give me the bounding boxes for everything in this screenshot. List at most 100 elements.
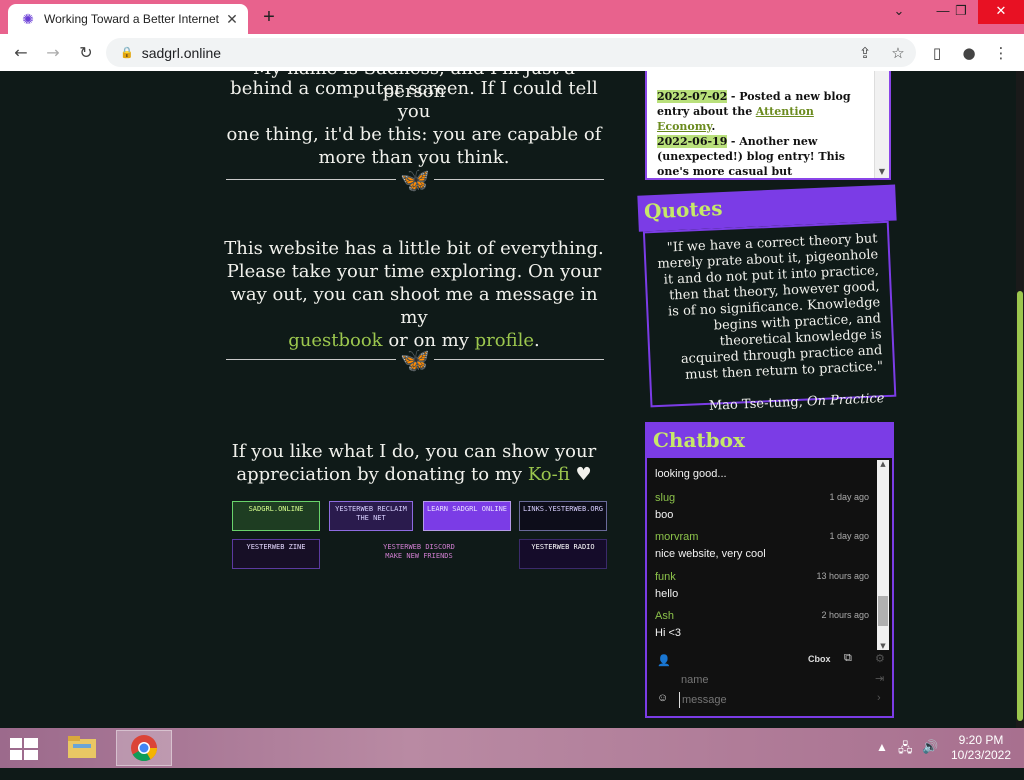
send-arrow-icon[interactable]: › bbox=[877, 692, 881, 704]
quote-text: "If we have a correct theory but merely … bbox=[657, 231, 884, 383]
chat-body: Hi <3 bbox=[655, 627, 681, 639]
chat-timestamp: 13 hours ago bbox=[816, 571, 869, 581]
chatbox-panel: Chatbox looking good... slug 1 day ago b… bbox=[645, 422, 894, 718]
chat-timestamp: 1 day ago bbox=[829, 492, 869, 502]
chatbox-header: Chatbox bbox=[647, 424, 892, 458]
profile-avatar-icon[interactable]: ● bbox=[958, 42, 980, 64]
web-page: My name is Sadness, and I'm just a perso… bbox=[0, 71, 1024, 728]
chat-scrollbar[interactable]: ▲ ▼ bbox=[877, 460, 889, 650]
page-scroll-thumb[interactable] bbox=[1017, 291, 1023, 721]
explore-line-3: way out, you can shoot me a message in m… bbox=[230, 284, 598, 328]
share-icon[interactable]: ⇪ bbox=[854, 42, 876, 64]
bookmark-star-icon[interactable]: ☆ bbox=[887, 42, 909, 64]
settings-gear-icon[interactable]: ⚙ bbox=[875, 652, 885, 665]
lock-icon: 🔒 bbox=[120, 47, 134, 59]
chat-body: hello bbox=[655, 588, 679, 600]
menu-kebab-icon[interactable]: ⋮ bbox=[990, 42, 1012, 64]
reload-icon[interactable]: ↻ bbox=[75, 42, 97, 64]
quotes-title: Quotes bbox=[643, 196, 723, 224]
popout-icon[interactable]: ⧉ bbox=[844, 652, 852, 665]
badge-sadgrl-online[interactable]: SADGRL.ONLINE bbox=[232, 501, 320, 531]
chat-message-list: looking good... slug 1 day ago boo morvr… bbox=[647, 458, 892, 648]
login-icon[interactable]: ⇥ bbox=[875, 672, 884, 685]
divider-line bbox=[434, 179, 604, 180]
scroll-thumb[interactable] bbox=[878, 596, 888, 626]
explore-paragraph: This website has a little bit of everyth… bbox=[222, 237, 606, 352]
clock[interactable]: 9:20 PM 10/23/2022 bbox=[946, 733, 1016, 773]
divider-line bbox=[434, 359, 604, 360]
close-tab-icon[interactable]: ✕ bbox=[224, 11, 240, 27]
butterfly-icon: 🦋 bbox=[400, 166, 430, 194]
update-entry: 2022-06-19 - Another new (unexpected!) b… bbox=[657, 134, 873, 178]
update-date: 2022-07-02 bbox=[657, 90, 728, 103]
heart-glyph: ♥ bbox=[575, 464, 592, 485]
kofi-link[interactable]: Ko-fi bbox=[528, 464, 570, 485]
scroll-up-arrow-icon[interactable]: ▲ bbox=[877, 460, 889, 468]
tab-search-button[interactable]: ⌄ bbox=[882, 0, 916, 24]
chat-name-field[interactable] bbox=[679, 672, 853, 688]
scroll-down-arrow-icon[interactable]: ▼ bbox=[877, 642, 889, 650]
chat-body: boo bbox=[655, 509, 674, 521]
explore-line-2: Please take your time exploring. On your bbox=[226, 261, 602, 282]
close-window-button[interactable]: ✕ bbox=[978, 0, 1024, 24]
update-text-post: . bbox=[711, 120, 716, 133]
show-hidden-icons[interactable]: ▲ bbox=[876, 740, 888, 780]
butterfly-icon: 🦋 bbox=[400, 346, 430, 374]
emoji-icon[interactable]: ☺ bbox=[657, 692, 668, 704]
badge-learn-sadgrl[interactable]: LEARN SADGRL ONLINE bbox=[423, 501, 511, 531]
donate-paragraph: If you like what I do, you can show your… bbox=[222, 440, 606, 486]
cbox-brand[interactable]: Cbox bbox=[808, 654, 831, 664]
butterfly-divider: 🦋 bbox=[226, 346, 604, 374]
browser-tab-strip: ✺ Working Toward a Better Internet ✕ + ⌄… bbox=[0, 0, 1024, 34]
volume-icon[interactable]: 🔊 bbox=[922, 739, 938, 779]
donate-text: appreciation by donating to my bbox=[236, 464, 523, 485]
site-favicon-icon: ✺ bbox=[22, 11, 34, 27]
browser-tab[interactable]: ✺ Working Toward a Better Internet ✕ bbox=[8, 4, 248, 34]
url-text: sadgrl.online bbox=[141, 44, 222, 61]
intro-line-1: behind a computer screen. If I could tel… bbox=[230, 78, 598, 122]
butterfly-divider: 🦋 bbox=[226, 166, 604, 194]
update-entry: 2022-07-02 - Posted a new blog entry abo… bbox=[657, 89, 873, 134]
chat-input-area: 👤 Cbox ⧉ ⚙ ⇥ ☺ › bbox=[647, 650, 892, 716]
updates-panel: 2022-07-02 - Posted a new blog entry abo… bbox=[645, 71, 891, 180]
chat-timestamp: 1 day ago bbox=[829, 531, 869, 541]
chrome-taskbar-icon[interactable] bbox=[116, 730, 172, 766]
side-panel-icon[interactable]: ▯ bbox=[926, 42, 948, 64]
new-tab-button[interactable]: + bbox=[258, 6, 280, 28]
address-bar[interactable]: 🔒 sadgrl.online bbox=[106, 38, 916, 67]
scroll-down-arrow-icon[interactable]: ▼ bbox=[875, 167, 889, 176]
chat-body: nice website, very cool bbox=[655, 548, 766, 560]
divider-line bbox=[226, 179, 396, 180]
badge-links-yesterweb[interactable]: LINKS.YESTERWEB.ORG bbox=[519, 501, 607, 531]
tab-title: Working Toward a Better Internet bbox=[44, 12, 219, 26]
quote-attribution: Mao Tse-tung, On Practice bbox=[662, 391, 885, 417]
intro-paragraph: behind a computer screen. If I could tel… bbox=[222, 77, 606, 169]
chatbox-title: Chatbox bbox=[653, 428, 745, 452]
divider-line bbox=[226, 359, 396, 360]
file-explorer-icon[interactable] bbox=[62, 730, 102, 766]
badge-yesterweb-discord[interactable]: YESTERWEB DISCORD MAKE NEW FRIENDS bbox=[375, 539, 463, 569]
restore-button[interactable]: ❐ bbox=[944, 0, 978, 24]
page-scrollbar[interactable] bbox=[1016, 71, 1024, 728]
chat-message: morvram 1 day ago nice website, very coo… bbox=[655, 531, 869, 560]
network-icon[interactable]: 🖧 bbox=[898, 739, 913, 779]
forward-arrow-icon[interactable]: → bbox=[42, 42, 64, 64]
badge-yesterweb-reclaim[interactable]: YESTERWEB RECLAIM THE NET bbox=[329, 501, 413, 531]
clock-date: 10/23/2022 bbox=[950, 748, 1012, 762]
clock-time: 9:20 PM bbox=[958, 733, 1004, 747]
quotes-body: "If we have a correct theory but merely … bbox=[642, 220, 897, 414]
badge-yesterweb-zine[interactable]: YESTERWEB ZINE bbox=[232, 539, 320, 569]
badge-yesterweb-radio[interactable]: YESTERWEB RADIO bbox=[519, 539, 607, 569]
windows-start-icon[interactable] bbox=[10, 738, 38, 760]
windows-taskbar: ▲ 🖧 🔊 9:20 PM 10/23/2022 bbox=[0, 728, 1024, 768]
quotes-panel: Quotes "If we have a correct theory but … bbox=[637, 184, 904, 415]
browser-toolbar: ← → ↻ 🔒 sadgrl.online ⇪ ☆ ▯ ● ⋮ bbox=[0, 34, 1024, 72]
back-arrow-icon[interactable]: ← bbox=[10, 42, 32, 64]
updates-scrollbar[interactable]: ▼ bbox=[874, 71, 889, 178]
intro-line-2: one thing, it'd be this: you are capable… bbox=[226, 124, 602, 145]
user-icon[interactable]: 👤 bbox=[657, 654, 671, 667]
donate-line-2: appreciation by donating to my Ko-fi ♥ bbox=[222, 463, 606, 486]
quote-work: On Practice bbox=[806, 391, 885, 410]
chat-message: funk 13 hours ago hello bbox=[655, 571, 869, 600]
chat-message-field[interactable] bbox=[679, 692, 864, 708]
